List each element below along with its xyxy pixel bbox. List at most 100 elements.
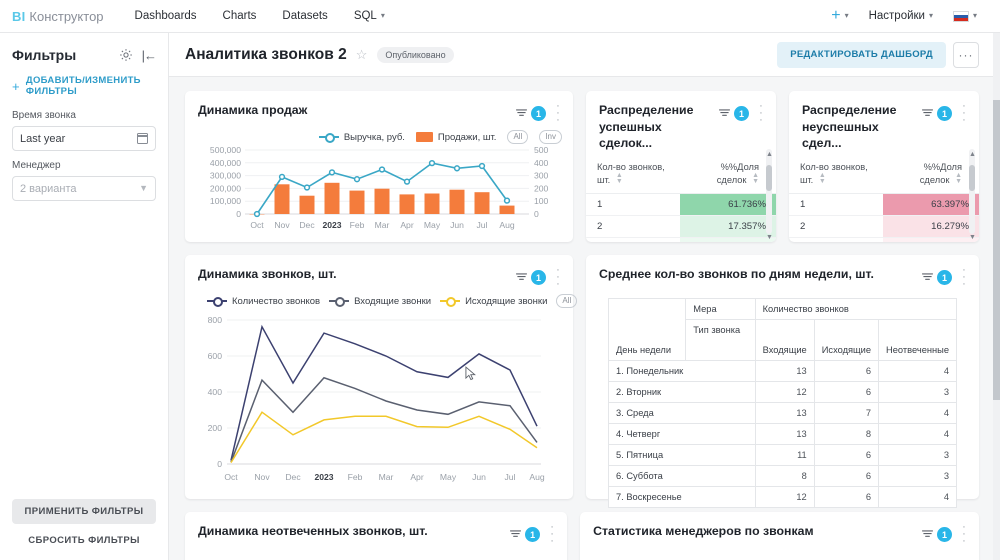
widget-menu-button[interactable]: ··· — [553, 267, 563, 288]
column-header-calls[interactable]: Кол-во звонков, шт. ▲▼ — [586, 161, 680, 194]
nav-item-datasets[interactable]: Datasets — [269, 0, 340, 33]
legend-label: Продажи, шт. — [438, 132, 497, 143]
widget-filter-button[interactable]: 1 — [922, 106, 952, 121]
column-header-calls[interactable]: Кол-во звонков, шт. ▲▼ — [789, 161, 883, 194]
widget-menu-button[interactable]: ··· — [756, 103, 766, 124]
legend-item-sales[interactable]: Продажи, шт. — [416, 132, 497, 143]
legend-label: Количество звонков — [232, 296, 320, 307]
table-scrollbar-thumb[interactable] — [766, 165, 772, 191]
table-scrollbar-thumb[interactable] — [969, 165, 975, 191]
filter-count-badge: 1 — [937, 527, 952, 542]
create-new-button[interactable]: + ▾ — [822, 0, 857, 33]
widget-manager-stats: Статистика менеджеров по звонкам 1 ··· — [580, 512, 979, 560]
table-row[interactable]: 1 63.397% — [789, 193, 979, 215]
widget-filter-button[interactable]: 1 — [516, 270, 546, 285]
reset-filters-button[interactable]: СБРОСИТЬ ФИЛЬТРЫ — [0, 535, 168, 546]
column-header-share[interactable]: %%Доля сделок ▲▼ — [883, 161, 979, 194]
cell-calls: 2 — [789, 215, 883, 237]
cell-calls: 3 — [789, 237, 883, 242]
chevron-down-icon: ▾ — [381, 12, 385, 20]
nav-label: Datasets — [282, 10, 327, 22]
legend-item-outgoing-calls[interactable]: Исходящие звонки — [440, 296, 547, 307]
table-row[interactable]: 1 61.736% — [586, 193, 776, 215]
star-outline-icon[interactable]: ☆ — [356, 48, 368, 61]
main-nav: Dashboards Charts Datasets SQL ▾ — [122, 0, 398, 33]
add-edit-filters-button[interactable]: + ДОБАВИТЬ/ИЗМЕНИТЬ ФИЛЬТРЫ — [0, 65, 168, 101]
filter-icon — [719, 109, 730, 118]
scroll-up-icon[interactable]: ▲ — [969, 151, 975, 158]
table-row[interactable]: 5. Пятница 11 6 3 — [609, 445, 957, 466]
pivot-corner-cell — [609, 299, 686, 341]
table-row[interactable]: 3 8.087% — [586, 237, 776, 242]
pivot-type-label: Тип звонка — [686, 320, 755, 341]
pivot-value-missed: 3 — [879, 466, 957, 487]
widget-calls-dynamics: Динамика звонков, шт. 1 ··· — [185, 255, 573, 499]
pivot-value-incoming: 13 — [755, 424, 814, 445]
legend-item-total-calls[interactable]: Количество звонков — [207, 296, 320, 307]
edit-dashboard-button[interactable]: РЕДАКТИРОВАТЬ ДАШБОРД — [777, 42, 946, 68]
cell-share: 8.087% — [680, 237, 776, 242]
page-scrollbar-thumb[interactable] — [993, 100, 1000, 400]
pivot-value-outgoing: 8 — [814, 424, 878, 445]
collapse-panel-icon[interactable]: |← — [142, 49, 156, 62]
widget-missed-calls-dynamics: Динамика неотвеченных звонков, шт. 1 ··· — [185, 512, 567, 560]
apply-filters-button[interactable]: ПРИМЕНИТЬ ФИЛЬТРЫ — [12, 499, 157, 524]
dashboard-more-menu[interactable]: ··· — [953, 42, 979, 68]
widget-filter-button[interactable]: 1 — [510, 527, 540, 542]
scroll-up-icon[interactable]: ▲ — [766, 151, 772, 158]
column-header-share[interactable]: %%Доля сделок ▲▼ — [680, 161, 776, 194]
settings-label: Настройки — [869, 10, 925, 22]
svg-text:Apr: Apr — [410, 472, 424, 482]
svg-text:Aug: Aug — [529, 472, 545, 482]
app-logo[interactable]: BI Конструктор — [0, 9, 104, 24]
svg-text:Oct: Oct — [250, 220, 264, 230]
gear-icon[interactable] — [119, 48, 133, 62]
table-row[interactable]: 3 8.089% — [789, 237, 979, 242]
pivot-day-cell: 1. Понедельник — [609, 361, 756, 382]
nav-item-sql[interactable]: SQL ▾ — [341, 0, 398, 33]
widget-menu-button[interactable]: ··· — [959, 267, 969, 288]
widget-filter-button[interactable]: 1 — [922, 527, 952, 542]
cell-calls: 2 — [586, 215, 680, 237]
widget-weekday-averages: Среднее кол-во звонков по дням недели, ш… — [586, 255, 979, 499]
table-row[interactable]: 4. Четверг 13 8 4 — [609, 424, 957, 445]
widget-filter-button[interactable]: 1 — [516, 106, 546, 121]
widget-menu-button[interactable]: ··· — [553, 103, 563, 124]
table-row[interactable]: 7. Воскресенье 12 6 4 — [609, 487, 957, 508]
nav-item-dashboards[interactable]: Dashboards — [122, 0, 210, 33]
table-row[interactable]: 2 17.357% — [586, 215, 776, 237]
scroll-down-icon[interactable]: ▼ — [969, 234, 975, 241]
widget-menu-button[interactable]: ··· — [959, 524, 969, 545]
nav-label: Charts — [223, 10, 257, 22]
nav-item-charts[interactable]: Charts — [210, 0, 270, 33]
language-switcher[interactable]: ▾ — [944, 0, 986, 33]
table-row[interactable]: 3. Среда 13 7 4 — [609, 403, 957, 424]
settings-menu[interactable]: Настройки ▾ — [860, 0, 942, 33]
table-scrollbar-track[interactable] — [766, 149, 772, 234]
legend-item-revenue[interactable]: Выручка, руб. — [319, 132, 405, 143]
svg-text:2023: 2023 — [314, 472, 333, 482]
table-row[interactable]: 2 16.279% — [789, 215, 979, 237]
table-row[interactable]: 1. Понедельник 13 6 4 — [609, 361, 957, 382]
pivot-col-outgoing: Исходящие — [814, 320, 878, 361]
widget-menu-button[interactable]: ··· — [959, 103, 969, 124]
legend-line-marker — [319, 136, 339, 138]
svg-text:500,000: 500,000 — [210, 145, 241, 155]
page-title: Аналитика звонков 2 — [185, 46, 347, 64]
legend-all-button[interactable]: All — [556, 294, 577, 308]
table-scrollbar-track[interactable] — [969, 149, 975, 234]
filter-label: Менеджер — [12, 160, 156, 171]
pivot-empty-cell — [686, 340, 755, 361]
scroll-down-icon[interactable]: ▼ — [766, 234, 772, 241]
widget-menu-button[interactable]: ··· — [547, 524, 557, 545]
legend-item-incoming-calls[interactable]: Входящие звонки — [329, 296, 431, 307]
legend-inv-button[interactable]: Inv — [539, 130, 562, 144]
table-row[interactable]: 2. Вторник 12 6 3 — [609, 382, 957, 403]
table-row[interactable]: 6. Суббота 8 6 3 — [609, 466, 957, 487]
legend-all-button[interactable]: All — [507, 130, 528, 144]
widget-filter-button[interactable]: 1 — [719, 106, 749, 121]
add-edit-filters-label: ДОБАВИТЬ/ИЗМЕНИТЬ ФИЛЬТРЫ — [26, 75, 156, 97]
manager-select[interactable]: 2 варианта ▼ — [12, 176, 156, 201]
call-time-input[interactable]: Last year — [12, 126, 156, 151]
widget-filter-button[interactable]: 1 — [922, 270, 952, 285]
